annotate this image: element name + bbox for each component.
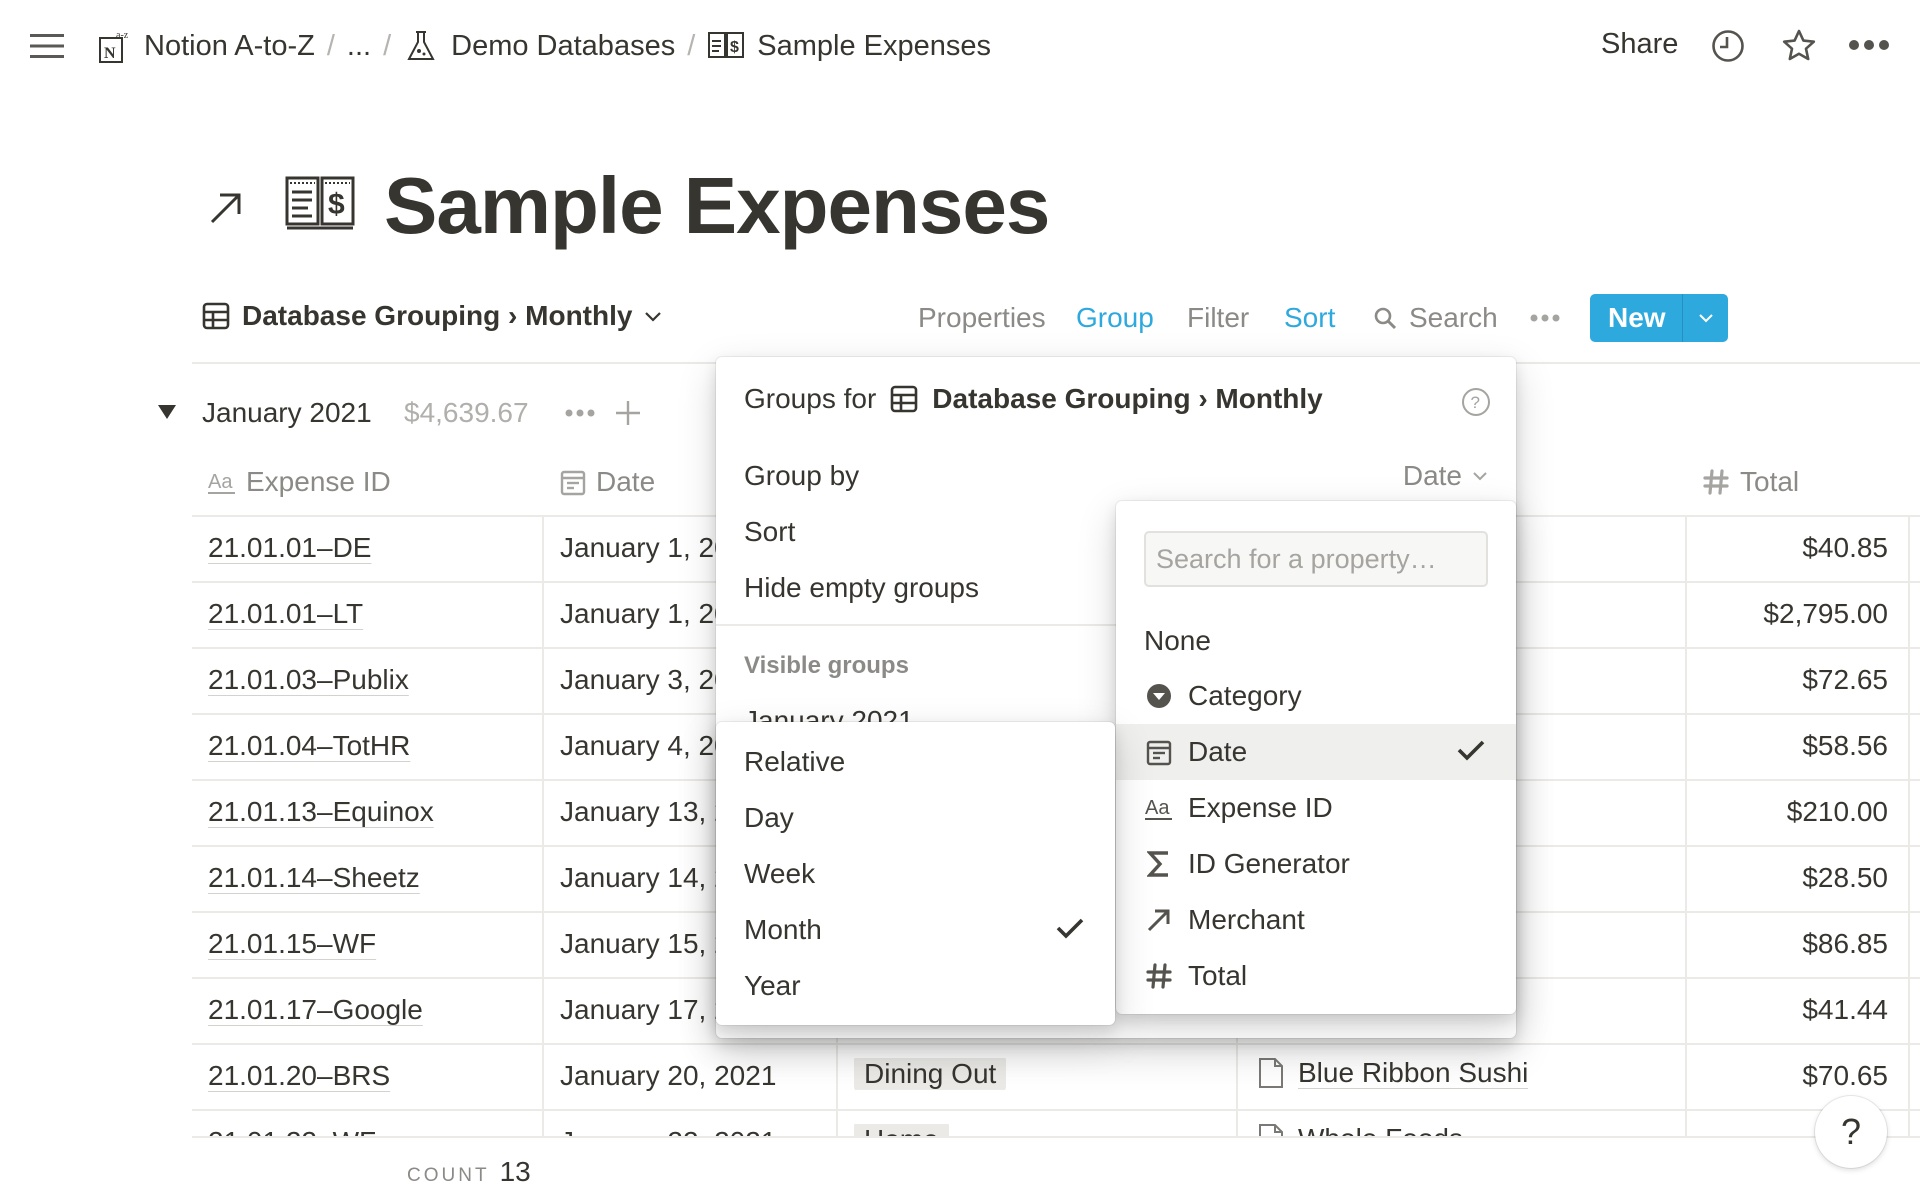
group-panel-view-name: Database Grouping › Monthly xyxy=(932,383,1323,414)
page-icon xyxy=(1258,1057,1284,1089)
date-option-label: Year xyxy=(744,970,801,1001)
merchant-link[interactable]: Blue Ribbon Sushi xyxy=(1298,1057,1528,1089)
cell-expense-id[interactable]: 21.01.13–Equinox xyxy=(208,796,538,828)
group-panel-title-prefix: Groups for xyxy=(744,383,877,414)
property-option-label: Merchant xyxy=(1188,904,1305,935)
property-option-label: Date xyxy=(1188,736,1248,767)
column-header-expense-id[interactable]: Aa Expense ID xyxy=(208,466,391,498)
hide-empty-groups-label: Hide empty groups xyxy=(744,572,980,603)
date-option-year[interactable]: Year xyxy=(716,958,1115,1014)
cell-category: Dining Out xyxy=(854,1058,1007,1090)
group-panel-header: Groups for Database Grouping › Monthly xyxy=(744,383,1323,415)
column-header-date[interactable]: Date xyxy=(560,466,655,498)
hash-icon xyxy=(1144,961,1174,991)
cell-merchant[interactable]: Whole Foods xyxy=(1258,1123,1463,1137)
property-option-label: Expense ID xyxy=(1188,792,1333,823)
cell-total: $210.00 xyxy=(1786,796,1888,827)
property-option-total[interactable]: Total xyxy=(1116,948,1516,1004)
relation-arrow-icon xyxy=(1144,905,1174,935)
hash-icon xyxy=(1702,468,1730,496)
group-by-select[interactable]: Date xyxy=(1403,460,1488,492)
svg-text:Aa: Aa xyxy=(208,471,233,493)
cell-expense-id[interactable]: 21.01.04–TotHR xyxy=(208,730,538,762)
cell-merchant[interactable]: Blue Ribbon Sushi xyxy=(1258,1057,1528,1089)
page-icon xyxy=(1258,1123,1284,1137)
chevron-down-icon xyxy=(1472,471,1488,481)
sigma-icon xyxy=(1144,849,1174,879)
merchant-link[interactable]: Whole Foods xyxy=(1298,1123,1463,1137)
hide-empty-groups-row[interactable]: Hide empty groups xyxy=(716,562,1116,618)
table-footer-divider xyxy=(192,1136,1920,1138)
date-option-label: Day xyxy=(744,802,794,833)
property-option-expense-id[interactable]: Aa Expense ID xyxy=(1116,780,1516,836)
count-label: COUNT xyxy=(407,1165,490,1186)
property-option-date[interactable]: Date xyxy=(1116,724,1516,780)
cell-total: $72.65 xyxy=(1802,664,1888,695)
count-value: 13 xyxy=(499,1156,531,1187)
cell-total: $58.56 xyxy=(1802,730,1888,761)
property-option-label: Category xyxy=(1188,680,1302,711)
date-option-label: Month xyxy=(744,914,822,945)
panel-divider xyxy=(716,624,1116,626)
group-by-row[interactable]: Group by Date xyxy=(716,450,1516,506)
property-option-label: ID Generator xyxy=(1188,848,1350,879)
calendar-icon xyxy=(1144,737,1174,767)
property-search-input[interactable]: Search for a property… xyxy=(1144,531,1488,587)
property-option-label: None xyxy=(1144,625,1211,656)
cell-total: $70.65 xyxy=(1802,1060,1888,1091)
group-sort-row[interactable]: Sort xyxy=(716,506,1116,562)
group-by-value: Date xyxy=(1402,460,1462,491)
cell-expense-id[interactable]: 21.01.01–LT xyxy=(208,598,538,630)
date-option-week[interactable]: Week xyxy=(716,846,1115,902)
calendar-icon xyxy=(560,468,586,496)
svg-text:?: ? xyxy=(1471,393,1480,412)
cell-total: $2,795.00 xyxy=(1763,598,1888,629)
property-search-placeholder: Search for a property… xyxy=(1156,543,1437,574)
select-icon xyxy=(1144,681,1174,711)
text-icon: Aa xyxy=(208,469,236,495)
group-by-property-menu: Search for a property… None Category Date A… xyxy=(1116,501,1516,1014)
svg-text:Aa: Aa xyxy=(1145,797,1170,819)
cell-total: $41.44 xyxy=(1802,994,1888,1025)
group-by-label: Group by xyxy=(744,460,860,491)
cell-expense-id[interactable]: 21.01.15–WF xyxy=(208,928,538,960)
property-option-label: Total xyxy=(1188,960,1248,991)
property-option-merchant[interactable]: Merchant xyxy=(1116,892,1516,948)
date-granularity-menu: Relative Day Week Month Year xyxy=(716,722,1115,1025)
cell-expense-id[interactable]: 21.01.17–Google xyxy=(208,994,538,1026)
property-option-none[interactable]: None xyxy=(1116,613,1516,669)
date-option-relative[interactable]: Relative xyxy=(716,734,1115,790)
visible-groups-label: Visible groups xyxy=(744,652,909,679)
cell-expense-id[interactable]: 21.01.01–DE xyxy=(208,532,538,564)
table-view-icon xyxy=(890,385,918,413)
table-row[interactable]: 21.01.20–BRS January 20, 2021 Dining Out Bl… xyxy=(192,1045,1920,1111)
cell-expense-id[interactable]: 21.01.20–BRS xyxy=(208,1060,538,1092)
category-tag: Dining Out xyxy=(854,1058,1007,1090)
property-option-category[interactable]: Category xyxy=(1116,668,1516,724)
cell-total: $28.50 xyxy=(1802,862,1888,893)
count-footer[interactable]: COUNT 13 xyxy=(407,1156,531,1188)
cell-expense-id[interactable]: 21.01.14–Sheetz xyxy=(208,862,538,894)
column-header-total[interactable]: Total xyxy=(1702,466,1799,498)
date-option-label: Week xyxy=(744,858,816,889)
cell-total: $40.85 xyxy=(1802,532,1888,563)
group-sort-label: Sort xyxy=(744,516,796,547)
date-option-month[interactable]: Month xyxy=(716,902,1115,958)
cell-date: January 20, 2021 xyxy=(560,1060,777,1091)
help-button[interactable]: ? xyxy=(1815,1096,1887,1168)
date-option-day[interactable]: Day xyxy=(716,790,1115,846)
help-circle-icon[interactable]: ? xyxy=(1461,387,1491,417)
cell-total: $86.85 xyxy=(1802,928,1888,959)
checkmark-icon xyxy=(1055,916,1085,940)
property-option-id-generator[interactable]: ID Generator xyxy=(1116,836,1516,892)
date-option-label: Relative xyxy=(744,746,846,777)
table-row[interactable]: 21.01.22–WFJanuary 22, 2021HomeWhole Foo… xyxy=(192,1111,1920,1137)
text-icon: Aa xyxy=(1144,793,1174,823)
cell-expense-id[interactable]: 21.01.03–Publix xyxy=(208,664,538,696)
checkmark-icon xyxy=(1456,738,1486,762)
